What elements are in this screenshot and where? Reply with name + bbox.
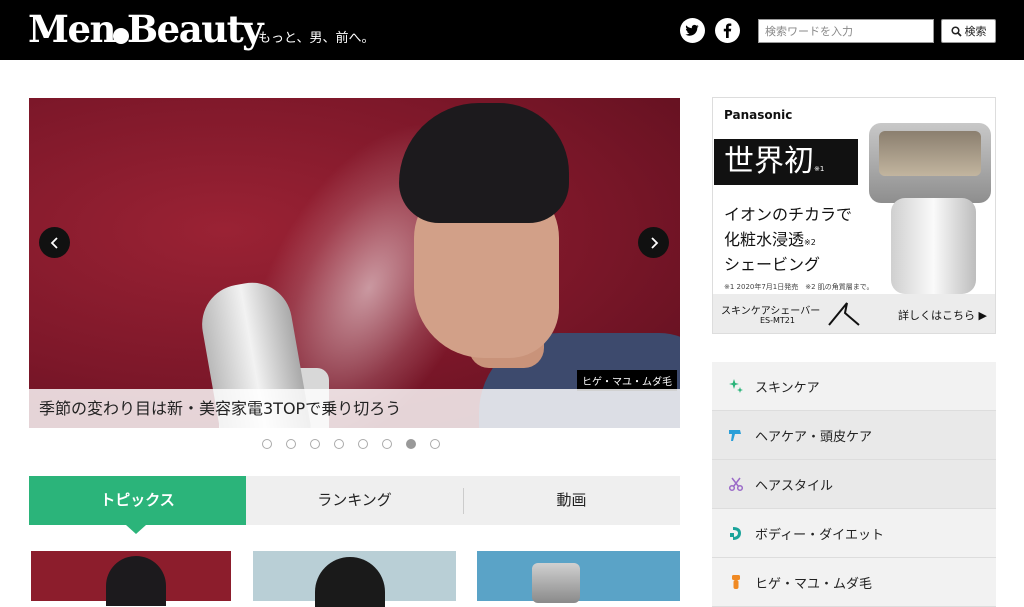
search-button-label: 検索 [964,25,987,38]
ad-copy-line-1: イオンのチカラで [724,205,853,224]
slide-caption[interactable]: 季節の変わり目は新・美容家電3TOPで乗り切ろう [29,389,680,428]
category-skincare[interactable]: スキンケア [712,362,996,411]
slider-dot[interactable] [334,439,344,449]
category-label: ボディー・ダイエット [755,527,884,543]
ad-model-number: ES-MT21 [760,316,795,325]
category-body-diet[interactable]: ボディー・ダイエット [712,509,996,558]
content-tabs: トピックス ランキング 動画 [29,476,680,534]
slider-next-button[interactable] [638,227,669,258]
category-haircare[interactable]: ヘアケア・頭皮ケア [712,411,996,460]
hairdryer-icon [727,426,745,444]
advertisement-banner[interactable]: Panasonic 世界初※1 イオンのチカラで 化粧水浸透※2 シェービング … [712,97,996,334]
slider-dot[interactable] [262,439,272,449]
category-label: ヘアケア・頭皮ケア [755,429,873,445]
thumbnail-shaver [532,563,580,603]
site-logo[interactable]: Men Beauty [28,7,264,51]
category-label: ヒゲ・マユ・ムダ毛 [755,576,873,592]
site-tagline: もっと、男、前へ。 [258,31,375,46]
article-thumbnail[interactable] [253,551,456,607]
search-input[interactable] [758,19,934,43]
search-button[interactable]: 検索 [941,19,996,43]
slide-category-tag[interactable]: ヒゲ・マユ・ムダ毛 [577,370,677,391]
ad-product-name: スキンケアシェーバー [721,306,821,317]
thumbnail-person [315,557,385,607]
tab-ranking[interactable]: ランキング [246,476,463,525]
active-tab-indicator [126,525,146,534]
article-thumbnail[interactable] [477,551,680,603]
slider-prev-button[interactable] [39,227,70,258]
chevron-right-icon [650,236,658,249]
ad-headline: 世界初※1 [714,139,858,185]
ad-shaver-body [891,198,976,294]
sparkle-icon [727,377,745,395]
ad-footer-bar: スキンケアシェーバー ES-MT21 詳しくはこちら ▶ [713,294,995,333]
hero-slider[interactable]: ヒゲ・マユ・ムダ毛 季節の変わり目は新・美容家電3TOPで乗り切ろう [29,98,680,428]
ad-shaver-foil [879,131,981,176]
tab-video[interactable]: 動画 [463,476,680,525]
twitter-icon[interactable] [680,18,705,43]
category-label: ヘアスタイル [755,478,834,494]
ad-brand: Panasonic [724,108,793,122]
chevron-left-icon [50,236,58,249]
site-header: Men Beauty もっと、男、前へ。 検索 [0,0,1024,60]
razor-icon [727,573,745,591]
category-hairstyle[interactable]: ヘアスタイル [712,460,996,509]
slider-dot[interactable] [358,439,368,449]
ad-footnote: ※1 2020年7月1日発売 ※2 肌の角質層まで。 [724,283,874,291]
body-icon [727,524,745,542]
slider-dot[interactable] [430,439,440,449]
ad-copy-line-2: 化粧水浸透※2 [724,230,816,249]
search-icon [950,25,962,37]
ad-more-link[interactable]: 詳しくはこちら ▶ [898,307,987,323]
category-nav: スキンケア ヘアケア・頭皮ケア ヘアスタイル ボディー・ダイエット ヒゲ・マユ・… [712,362,996,607]
slider-dot[interactable] [382,439,392,449]
article-thumbnail[interactable] [31,551,231,606]
slider-dot[interactable] [286,439,296,449]
category-label: スキンケア [755,380,820,396]
facebook-icon[interactable] [715,18,740,43]
slider-dot[interactable] [310,439,320,449]
category-beard-brow[interactable]: ヒゲ・マユ・ムダ毛 [712,558,996,607]
thumbnail-person [106,556,166,606]
scissors-icon [727,475,745,493]
tab-topics[interactable]: トピックス [29,476,246,525]
logo-text-men: Men [28,7,116,51]
lamdash-logo-icon [828,302,860,326]
logo-text-beauty: Beauty [126,7,264,51]
slider-dot[interactable] [406,439,416,449]
slider-pagination [262,439,440,449]
ad-copy-line-3: シェービング [724,255,821,274]
